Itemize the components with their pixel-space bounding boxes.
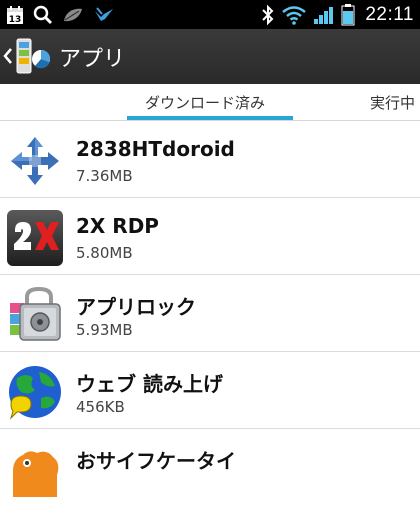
back-chevron-icon[interactable]: [3, 47, 13, 65]
bird-icon: [95, 6, 113, 21]
bluetooth-icon: [262, 4, 274, 25]
app-size: 5.80MB: [76, 244, 133, 262]
status-bar: 13 22:11: [0, 0, 420, 29]
list-item[interactable]: ウェブ 読み上げ 456KB: [0, 352, 420, 429]
list-item[interactable]: 2X RDP 5.80MB: [0, 198, 420, 275]
app-size: 5.93MB: [76, 321, 133, 339]
battery-icon: [341, 3, 355, 25]
action-bar: アプリ: [0, 29, 420, 84]
app-size: 7.36MB: [76, 167, 133, 185]
signal-icon: [314, 6, 334, 24]
tab-running[interactable]: 実行中: [370, 92, 415, 113]
app-name: おサイフケータイ: [76, 449, 236, 473]
wifi-icon: [282, 5, 307, 25]
page-title: アプリ: [59, 47, 126, 72]
app-manager-icon[interactable]: [15, 38, 51, 74]
calendar-icon: 13: [7, 5, 23, 25]
list-item[interactable]: アプリロック 5.93MB: [0, 275, 420, 352]
safe-lock-icon: [10, 287, 61, 341]
list-item[interactable]: おサイフケータイ: [0, 429, 420, 506]
status-time: 22:11: [365, 3, 414, 25]
tab-selected-indicator: [127, 116, 293, 120]
app-size: 456KB: [76, 398, 125, 416]
arrows-cross-icon: [11, 137, 59, 185]
leaf-icon: [64, 8, 82, 21]
tab-downloaded[interactable]: ダウンロード済み: [145, 92, 265, 113]
app-name: アプリロック: [76, 295, 196, 319]
osaifu-icon: [13, 451, 59, 497]
2x-logo-icon: [7, 210, 63, 266]
app-name: ウェブ 読み上げ: [76, 372, 223, 396]
list-item[interactable]: 2838HTdoroid 7.36MB: [0, 121, 420, 198]
app-name: 2838HTdoroid: [76, 137, 235, 161]
app-name: 2X RDP: [76, 214, 159, 238]
globe-speech-icon: [9, 366, 61, 420]
calendar-badge: 13: [9, 15, 22, 25]
search-icon: [33, 5, 53, 24]
